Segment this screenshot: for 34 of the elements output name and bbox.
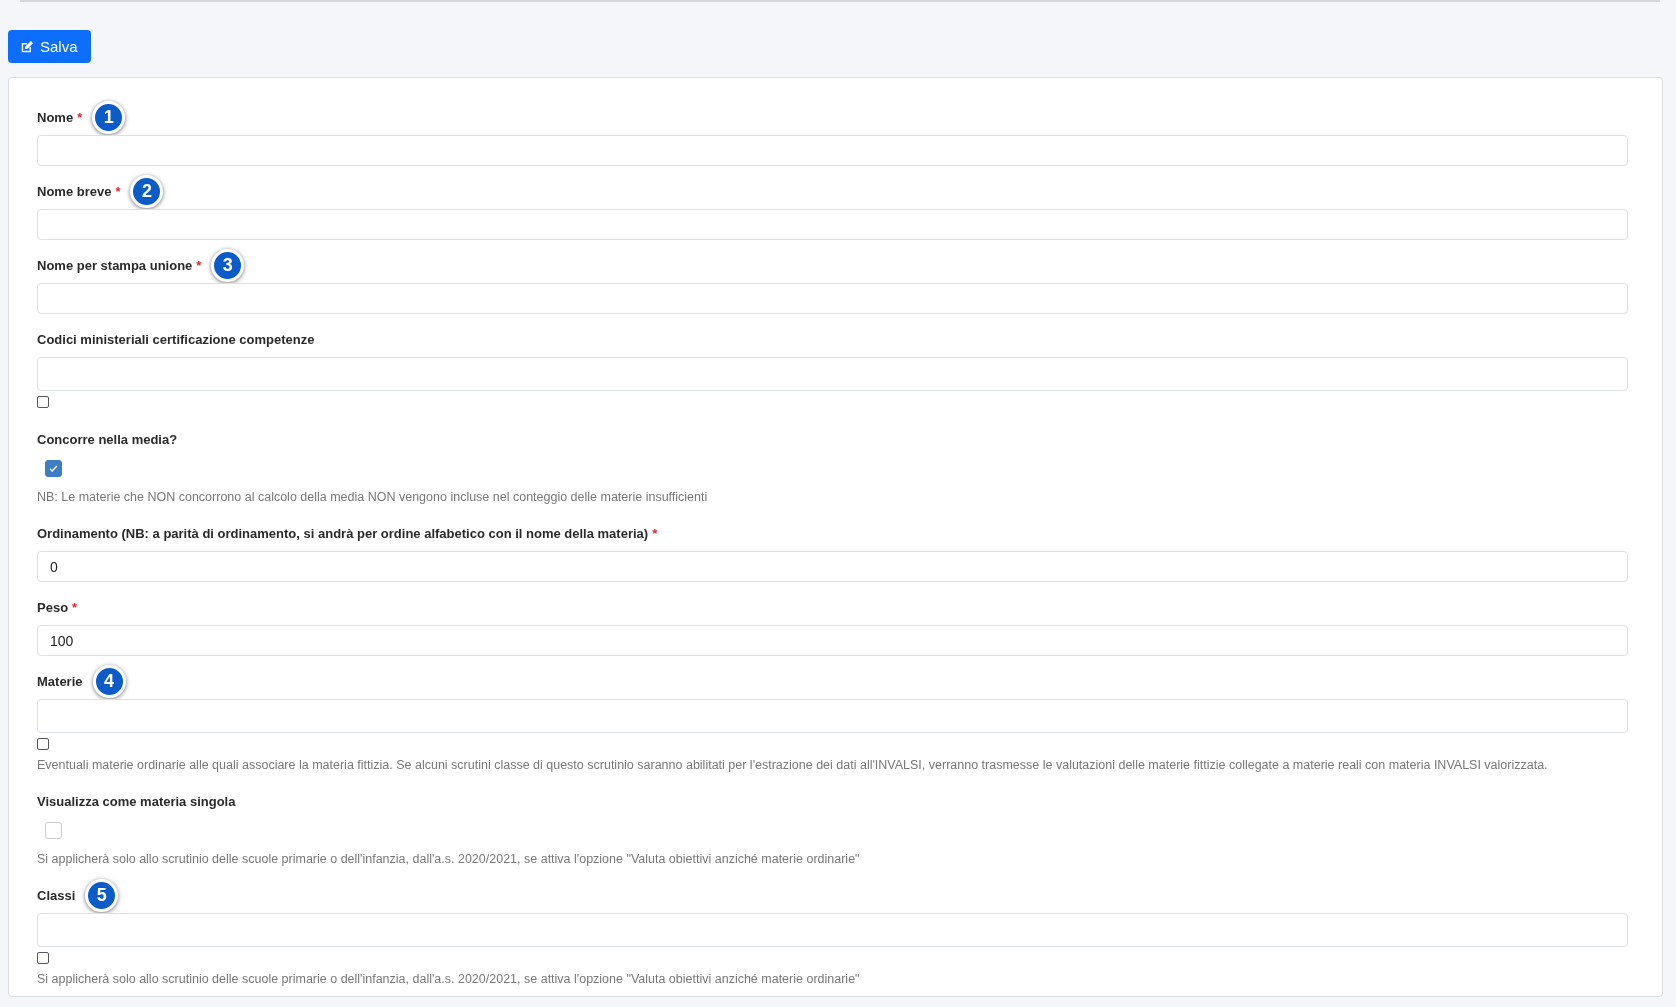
checkbox[interactable] xyxy=(45,460,62,477)
help-text: Si applicherà solo allo scrutinio delle scuole primarie o dell'infanzia, dall'a.s. 2020/2021, se attiva l'opzione "Valuta obiettivi anziché materie ordinarie" xyxy=(37,851,860,868)
input-field[interactable] xyxy=(37,357,1628,391)
field-label: Classi xyxy=(37,887,76,903)
field-label: Nome per stampa unione xyxy=(37,257,193,273)
help-text: Si applicherà solo allo scrutinio delle scuole primarie o dell'infanzia, dall'a.s. 2020/2021, se attiva l'opzione "Valuta obiettivi anziché materie ordinarie" xyxy=(37,971,860,988)
field-label: Visualizza come materia singola xyxy=(37,793,236,809)
input-field[interactable] xyxy=(37,209,1628,240)
input-field[interactable] xyxy=(37,913,1628,947)
required-asterisk: * xyxy=(196,257,202,273)
help-text: NB: Le materie che NON concorrono al calcolo della media NON vengono incluse nel conteggio delle materie insufficienti xyxy=(37,489,708,506)
checkbox[interactable] xyxy=(37,952,49,964)
field-label: Concorre nella media? xyxy=(37,431,178,447)
required-asterisk: * xyxy=(77,109,83,125)
field-label: Nome xyxy=(37,109,74,125)
required-asterisk: * xyxy=(72,599,78,615)
field-label: Codici ministeriali certificazione competenze xyxy=(37,331,315,347)
help-text: Eventuali materie ordinarie alle quali associare la materia fittizia. Se alcuni scrutini classe di questo scrutinio saranno abilitati per l'estrazione dei dati all'INVALSI, verranno trasmesse le valutazioni delle materie fittizie collegate a materie reali con materia INVALSI valorizzata. xyxy=(37,757,1548,774)
field-label: Ordinamento (NB: a parità di ordinamento, si andrà per ordine alfabetico con il nome della materia) xyxy=(37,525,649,541)
field-label: Peso xyxy=(37,599,69,615)
input-field[interactable] xyxy=(37,283,1628,314)
required-asterisk: * xyxy=(115,183,121,199)
required-asterisk: * xyxy=(652,525,658,541)
input-field[interactable]: 100 xyxy=(37,625,1628,656)
checkbox[interactable] xyxy=(37,738,49,750)
save-button[interactable]: Salva xyxy=(8,30,91,63)
input-field[interactable] xyxy=(37,135,1628,166)
edit-icon xyxy=(20,39,34,54)
check-icon xyxy=(48,463,59,474)
field-label: Materie xyxy=(37,673,83,689)
checkbox[interactable] xyxy=(37,396,49,408)
input-field[interactable] xyxy=(37,699,1628,733)
input-field[interactable]: 0 xyxy=(37,551,1628,582)
field-label: Nome breve xyxy=(37,183,112,199)
